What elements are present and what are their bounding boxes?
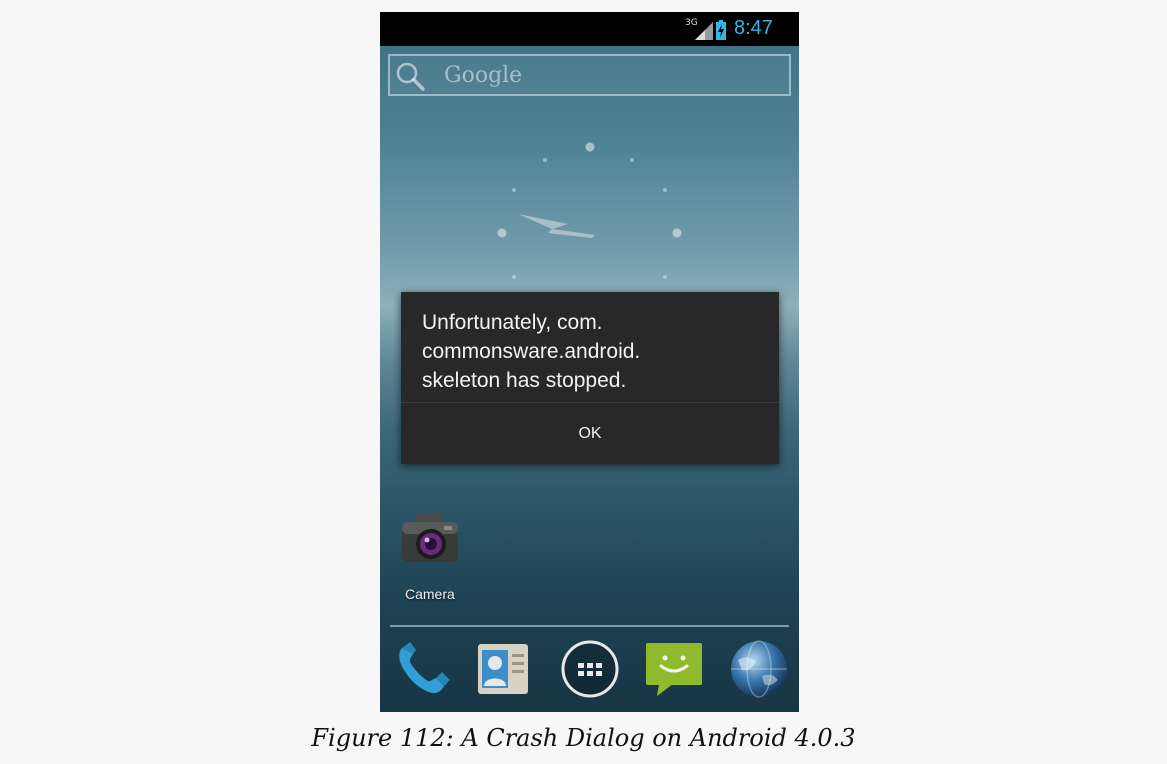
page: 3G 8:47 Google Unfortunately, com. commo… bbox=[0, 0, 1167, 764]
search-icon bbox=[396, 62, 425, 91]
camera-label: Camera bbox=[405, 586, 455, 602]
figure-caption: Figure 112: A Crash Dialog on Android 4.… bbox=[311, 724, 856, 752]
messaging-icon[interactable] bbox=[643, 638, 705, 700]
favorites-dock bbox=[380, 630, 799, 712]
status-bar: 3G 8:47 bbox=[380, 12, 799, 46]
ok-button[interactable]: OK bbox=[401, 403, 779, 464]
search-label: Google bbox=[444, 63, 523, 88]
crash-message: Unfortunately, com. commonsware.android.… bbox=[422, 311, 641, 392]
camera-icon bbox=[402, 514, 458, 562]
android-screen: 3G 8:47 Google Unfortunately, com. commo… bbox=[380, 12, 799, 712]
battery-charging-icon bbox=[716, 20, 726, 40]
camera-app-shortcut[interactable]: Camera bbox=[396, 512, 468, 608]
google-search-bar[interactable]: Google bbox=[388, 54, 791, 96]
app-drawer-icon[interactable] bbox=[559, 638, 621, 700]
phone-icon[interactable] bbox=[390, 638, 452, 700]
dock-divider bbox=[390, 625, 789, 627]
clock-time: 8:47 bbox=[734, 17, 773, 39]
signal-icon bbox=[695, 22, 713, 40]
crash-dialog: Unfortunately, com. commonsware.android.… bbox=[401, 292, 779, 464]
browser-globe-icon[interactable] bbox=[728, 638, 790, 700]
contacts-icon[interactable] bbox=[472, 638, 534, 700]
